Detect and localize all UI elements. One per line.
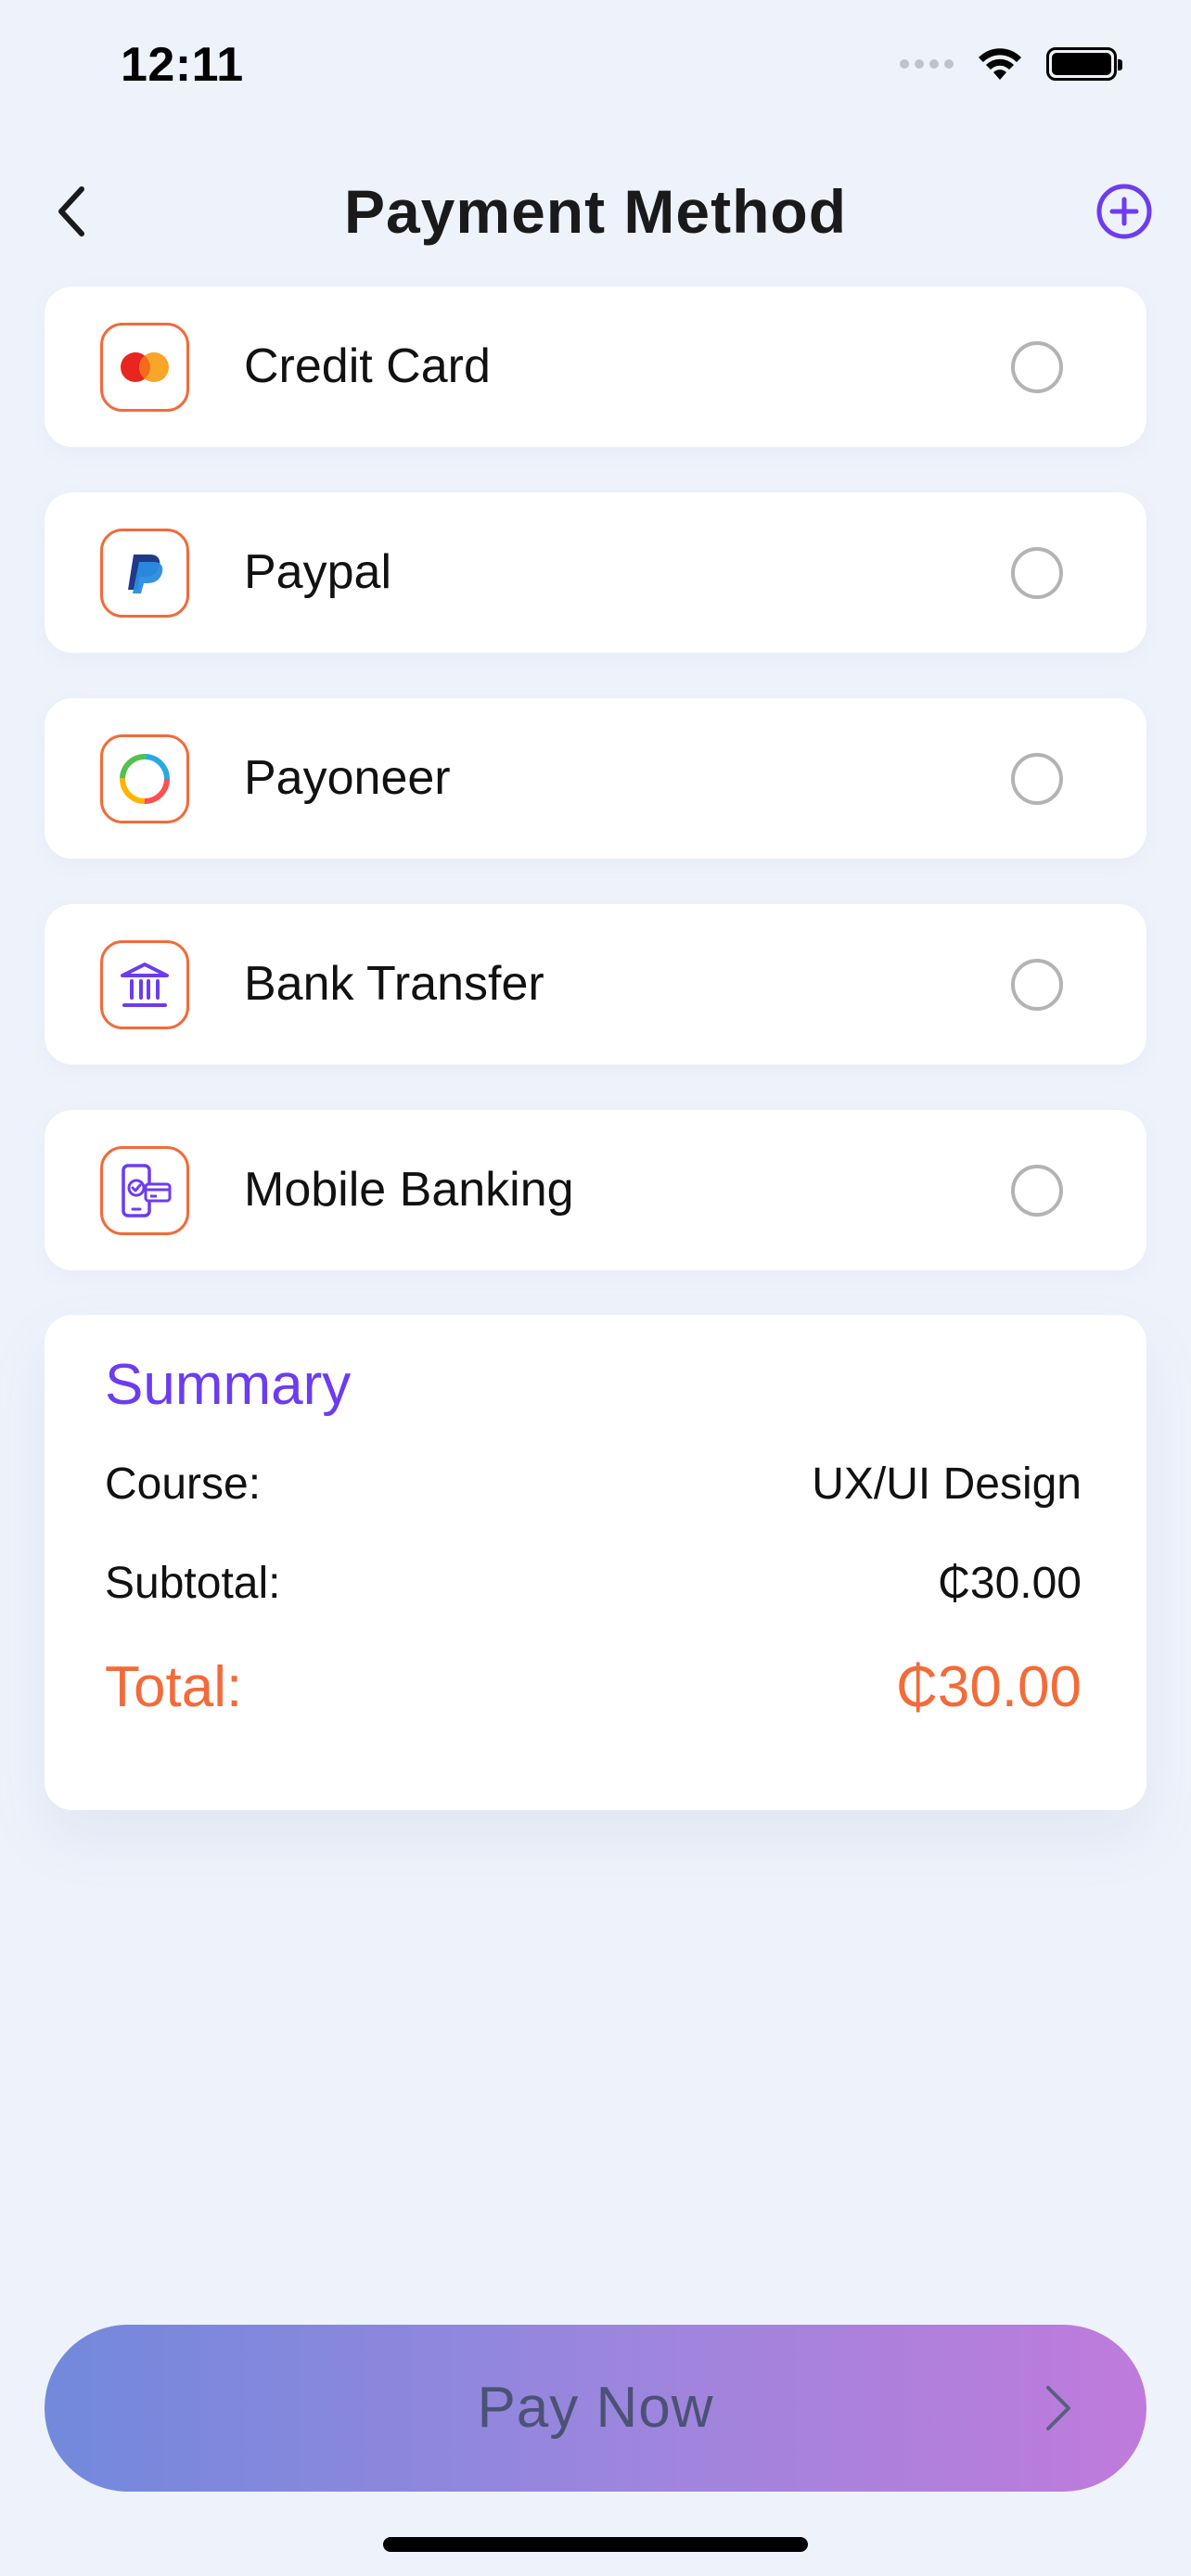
radio-button[interactable]	[1011, 959, 1063, 1011]
payment-method-list: Credit Card Paypal Payoneer Bank Transfe…	[45, 287, 1146, 1316]
radio-button[interactable]	[1011, 753, 1063, 805]
payment-method-credit-card[interactable]: Credit Card	[45, 287, 1146, 447]
payment-method-mobile-banking[interactable]: Mobile Banking	[45, 1110, 1146, 1270]
payment-method-paypal[interactable]: Paypal	[45, 492, 1146, 653]
payoneer-icon	[100, 734, 189, 823]
total-label: Total:	[105, 1655, 243, 1719]
battery-icon	[1046, 47, 1122, 81]
course-value: UX/UI Design	[812, 1460, 1082, 1509]
radio-button[interactable]	[1011, 547, 1063, 599]
pay-now-button[interactable]: Pay Now	[45, 2325, 1146, 2492]
subtotal-value: ₵30.00	[938, 1559, 1082, 1608]
method-label: Mobile Banking	[244, 1163, 574, 1217]
payment-method-bank-transfer[interactable]: Bank Transfer	[45, 904, 1146, 1065]
radio-button[interactable]	[1011, 1165, 1063, 1217]
summary-total-row: Total: ₵30.00	[105, 1654, 1082, 1720]
payment-method-payoneer[interactable]: Payoneer	[45, 698, 1146, 859]
wifi-icon	[979, 48, 1021, 80]
summary-course-row: Course: UX/UI Design	[105, 1459, 1082, 1510]
bank-icon	[100, 940, 189, 1029]
page-title: Payment Method	[343, 177, 848, 246]
method-label: Paypal	[244, 545, 391, 599]
summary-title: Summary	[105, 1353, 352, 1417]
chevron-right-icon	[1046, 2386, 1070, 2430]
method-label: Bank Transfer	[244, 957, 544, 1011]
radio-button[interactable]	[1011, 341, 1063, 393]
course-label: Course:	[105, 1460, 262, 1509]
home-indicator	[383, 2537, 808, 2552]
status-indicators	[900, 46, 1122, 82]
subtotal-label: Subtotal:	[105, 1559, 281, 1608]
summary-card: Summary Course: UX/UI Design Subtotal: ₵…	[45, 1315, 1146, 1810]
method-label: Credit Card	[244, 339, 491, 393]
status-bar: 12:11	[0, 0, 1191, 139]
summary-subtotal-row: Subtotal: ₵30.00	[105, 1558, 1082, 1609]
paypal-icon	[100, 529, 189, 618]
header: Payment Method	[0, 158, 1191, 269]
status-time: 12:11	[121, 38, 244, 92]
total-value: ₵30.00	[896, 1655, 1082, 1719]
plus-circle-icon	[1096, 184, 1152, 239]
mobile-banking-icon	[100, 1146, 189, 1235]
credit-card-icon	[100, 323, 189, 412]
method-label: Payoneer	[244, 751, 451, 805]
add-payment-method-button[interactable]	[1091, 178, 1158, 245]
pay-now-label: Pay Now	[477, 2376, 714, 2440]
cellular-signal-icon	[900, 59, 954, 69]
